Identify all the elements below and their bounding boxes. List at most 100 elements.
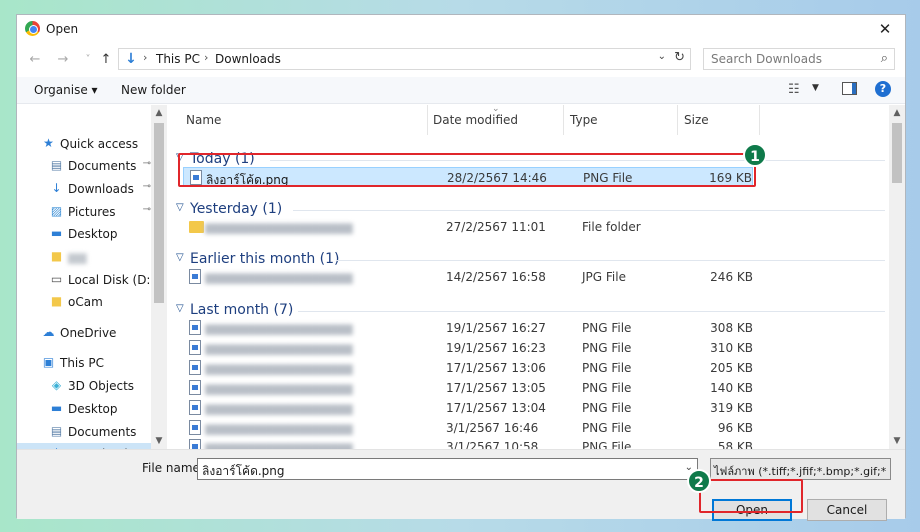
sidebar-item-icon: ■ (50, 294, 63, 308)
file-row[interactable]: ▆▆▆▆▆▆▆▆▆▆▆▆▆▆▆▆ 17/1/2567 13:04 PNG File 3… (183, 398, 753, 418)
sidebar-item-label: Desktop (68, 402, 118, 416)
refresh-icon[interactable]: ↻ (674, 50, 685, 65)
back-arrow-icon[interactable]: ← (26, 51, 44, 69)
column-divider[interactable] (677, 105, 678, 135)
sidebar-item[interactable]: ▤ Documents ⊸ (17, 155, 151, 177)
file-icon (189, 439, 201, 449)
column-divider[interactable] (427, 105, 428, 135)
collapse-chevron-icon[interactable]: ▽ (176, 252, 184, 263)
file-row[interactable]: ▆▆▆▆▆▆▆▆▆▆▆▆▆▆▆▆ 3/1/2567 16:46 PNG File 96… (183, 418, 753, 438)
nav-scroll-thumb[interactable] (154, 123, 164, 303)
breadcrumb-downloads[interactable]: Downloads (215, 52, 281, 66)
file-name-input[interactable]: ลิงอาร์โค้ด.png ⌄ (197, 458, 698, 480)
highlight-box-open (699, 479, 803, 513)
sidebar-item[interactable]: ▭ Local Disk (D:) (17, 269, 155, 291)
file-type: PNG File (582, 381, 632, 395)
file-name: ▆▆▆▆▆▆▆▆▆▆▆▆▆▆▆▆ (205, 321, 353, 335)
sidebar-item[interactable]: ↓ Downloads ⊸ (17, 178, 151, 200)
column-header-size[interactable]: Size (684, 113, 709, 127)
file-type: File folder (582, 220, 641, 234)
navigation-pane: ★ Quick access ▤ Documents ⊸ ↓ Downloads ⊸ ▨ Pict… (17, 105, 167, 449)
sidebar-item-icon: ▬ (50, 226, 63, 240)
breadcrumb-separator: › (204, 51, 209, 64)
pin-icon[interactable]: ⊸ (143, 158, 151, 169)
address-dropdown-icon[interactable]: ⌄ (658, 51, 666, 62)
file-row[interactable]: ▆▆▆▆▆▆▆▆▆▆▆▆▆▆▆▆ 19/1/2567 16:27 PNG File 3… (183, 318, 753, 338)
file-type: PNG File (582, 440, 632, 449)
nav-pane-scrollbar[interactable]: ▲ ▼ (151, 105, 167, 449)
column-header-date[interactable]: Date modified (433, 113, 518, 127)
list-scroll-thumb[interactable] (892, 123, 902, 183)
file-type: PNG File (582, 421, 632, 435)
file-date: 19/1/2567 16:27 (446, 321, 546, 335)
file-size: 319 KB (710, 401, 753, 415)
collapse-chevron-icon[interactable]: ▽ (176, 202, 184, 213)
view-dropdown-icon[interactable]: ▼ (812, 83, 819, 93)
file-type-value: ไฟล์ภาพ (*.tiff;*.jfif;*.bmp;*.gif;* (714, 465, 887, 478)
file-row[interactable]: ▆▆▆▆▆▆▆▆▆▆▆▆▆▆▆▆ 14/2/2567 16:58 JPG File 2… (183, 267, 753, 287)
breadcrumb-this-pc[interactable]: This PC (156, 52, 200, 66)
file-icon (189, 420, 201, 435)
group-label: Last month (7) (190, 302, 294, 318)
sidebar-item-label: Pictures (68, 205, 116, 219)
new-folder-button[interactable]: New folder (121, 83, 186, 97)
file-icon (189, 380, 201, 395)
help-icon[interactable]: ? (875, 81, 891, 97)
sidebar-item[interactable]: ☁ OneDrive (17, 322, 151, 344)
organise-menu[interactable]: Organise ▾ (34, 83, 98, 97)
sidebar-item[interactable]: ■ ▆▆ (17, 246, 151, 268)
column-header-type[interactable]: Type (570, 113, 598, 127)
column-divider[interactable] (759, 105, 760, 135)
column-header-name[interactable]: Name (186, 113, 221, 127)
file-row[interactable]: ▆▆▆▆▆▆▆▆▆▆▆▆▆▆▆▆ 27/2/2567 11:01 File fold… (183, 217, 753, 237)
file-name: ▆▆▆▆▆▆▆▆▆▆▆▆▆▆▆▆ (205, 440, 353, 449)
file-row[interactable]: ▆▆▆▆▆▆▆▆▆▆▆▆▆▆▆▆ 3/1/2567 10:58 PNG File 58… (183, 437, 753, 449)
scroll-down-icon[interactable]: ▼ (151, 433, 167, 449)
view-options-icon[interactable]: ☷ (788, 82, 800, 97)
recent-locations-icon[interactable]: ˅ (79, 51, 97, 69)
group-divider (336, 260, 885, 261)
collapse-chevron-icon[interactable]: ▽ (176, 303, 184, 314)
close-button[interactable]: ✕ (865, 15, 905, 43)
sidebar-item-icon: ▣ (42, 355, 55, 369)
file-list-scrollbar[interactable]: ▲ ▼ (889, 105, 905, 449)
up-arrow-icon[interactable]: ↑ (97, 51, 115, 69)
pin-icon[interactable]: ⊸ (143, 181, 151, 192)
sidebar-item-icon: ☁ (42, 325, 55, 339)
sidebar-item[interactable]: ▨ Pictures ⊸ (17, 201, 151, 223)
column-divider[interactable] (563, 105, 564, 135)
sidebar-item[interactable]: ▬ Desktop (17, 398, 151, 420)
sidebar-item[interactable]: ■ oCam (17, 291, 151, 313)
scroll-down-icon[interactable]: ▼ (889, 433, 905, 449)
sidebar-item[interactable]: ★ Quick access (17, 133, 151, 155)
address-bar[interactable]: ↓ › This PC › Downloads ⌄ ↻ (118, 48, 691, 70)
forward-arrow-icon[interactable]: → (54, 51, 72, 69)
file-row[interactable]: ▆▆▆▆▆▆▆▆▆▆▆▆▆▆▆▆ 17/1/2567 13:06 PNG File 2… (183, 358, 753, 378)
sidebar-item-icon: ▤ (50, 424, 63, 438)
sidebar-item-label: ▆▆ (68, 250, 87, 264)
file-size: 205 KB (710, 361, 753, 375)
file-row[interactable]: ▆▆▆▆▆▆▆▆▆▆▆▆▆▆▆▆ 17/1/2567 13:05 PNG File 1… (183, 378, 753, 398)
file-size: 96 KB (717, 421, 753, 435)
sidebar-item-label: 3D Objects (68, 379, 135, 393)
file-row[interactable]: ▆▆▆▆▆▆▆▆▆▆▆▆▆▆▆▆ 19/1/2567 16:23 PNG File 3… (183, 338, 753, 358)
sidebar-item-icon: ↓ (51, 181, 62, 195)
sidebar-item[interactable]: ▤ Documents (17, 421, 151, 443)
file-name: ▆▆▆▆▆▆▆▆▆▆▆▆▆▆▆▆ (205, 401, 353, 415)
sidebar-item[interactable]: ◈ 3D Objects (17, 375, 151, 397)
preview-pane-icon[interactable] (842, 82, 857, 95)
folder-icon (189, 221, 204, 233)
search-placeholder: Search Downloads (711, 52, 822, 66)
pin-icon[interactable]: ⊸ (143, 204, 151, 215)
sidebar-item[interactable]: ▣ This PC (17, 352, 151, 374)
search-input[interactable]: Search Downloads ⌕ (703, 48, 895, 70)
scroll-up-icon[interactable]: ▲ (889, 105, 905, 121)
sidebar-item-label: This PC (60, 356, 104, 370)
file-date: 3/1/2567 10:58 (446, 440, 539, 449)
file-type: PNG File (582, 401, 632, 415)
cancel-button[interactable]: Cancel (807, 499, 887, 521)
scroll-up-icon[interactable]: ▲ (151, 105, 167, 121)
sidebar-item-label: OneDrive (60, 326, 117, 340)
sidebar-item[interactable]: ▬ Desktop (17, 223, 151, 245)
file-type-select[interactable]: ไฟล์ภาพ (*.tiff;*.jfif;*.bmp;*.gif;* (710, 458, 891, 480)
